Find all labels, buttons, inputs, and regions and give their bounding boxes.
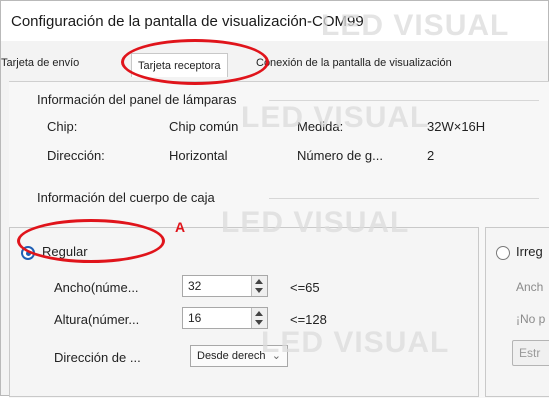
irregular-ancho-label: Anch (516, 280, 544, 294)
config-window: Configuración de la pantalla de visualiz… (0, 0, 549, 398)
ancho-stepper[interactable] (251, 276, 267, 296)
irregular-label: Irreg (516, 244, 543, 259)
stepper-down-icon[interactable] (255, 288, 263, 293)
direccion-value: Horizontal (169, 148, 228, 163)
altura-value: 16 (188, 311, 202, 325)
altura-limit: <=128 (290, 312, 327, 327)
window-title: Configuración de la pantalla de visualiz… (11, 13, 364, 30)
direccion-label: Dirección: (47, 148, 105, 163)
annotation-letter: A (175, 219, 186, 235)
irregular-group: Irreg Anch ¡No p Estr (485, 227, 549, 397)
stepper-up-icon[interactable] (255, 311, 263, 316)
irregular-note: ¡No p (516, 312, 546, 326)
regular-label: Regular (42, 244, 88, 259)
regular-group: Regular Ancho(núme... 32 <=65 Altura(núm… (9, 227, 479, 397)
title-bar: Configuración de la pantalla de visualiz… (1, 1, 548, 41)
irregular-button[interactable]: Estr (512, 340, 549, 366)
direccion-cableado-label: Dirección de ... (54, 350, 141, 365)
box-info-heading: Información del cuerpo de caja (37, 190, 215, 205)
tab-panel: Información del panel de lámparas Chip: … (9, 81, 549, 398)
ancho-label: Ancho(núme... (54, 280, 139, 295)
numero-label: Número de g... (297, 148, 383, 163)
medida-value: 32W×16H (427, 119, 486, 134)
tab-strip: Tarjeta de envío Tarjeta receptora Conex… (1, 49, 548, 81)
altura-label: Altura(númer... (54, 312, 140, 327)
ancho-limit: <=65 (290, 280, 320, 295)
panel-info-divider (269, 100, 539, 101)
tab-tarjeta-envio[interactable]: Tarjeta de envío (1, 57, 79, 69)
regular-radio[interactable] (21, 246, 35, 260)
stepper-down-icon[interactable] (255, 320, 263, 325)
tab-conexion-pantalla[interactable]: Conexión de la pantalla de visualización (256, 57, 452, 69)
irregular-radio[interactable] (496, 246, 510, 260)
chevron-down-icon: ⌄ (271, 350, 281, 362)
direccion-select[interactable]: Desde derech ⌄ (190, 345, 288, 367)
altura-stepper[interactable] (251, 308, 267, 328)
numero-value: 2 (427, 148, 435, 163)
tab-tarjeta-receptora[interactable]: Tarjeta receptora (131, 53, 228, 77)
chip-label: Chip: (47, 119, 78, 134)
ancho-value: 32 (188, 279, 202, 293)
chip-value: Chip común (169, 119, 239, 134)
ancho-spinbox[interactable]: 32 (182, 275, 268, 297)
direccion-select-value: Desde derech (197, 350, 266, 362)
medida-label: Medida: (297, 119, 344, 134)
altura-spinbox[interactable]: 16 (182, 307, 268, 329)
box-info-divider (269, 198, 539, 199)
panel-info-heading: Información del panel de lámparas (37, 92, 237, 107)
stepper-up-icon[interactable] (255, 279, 263, 284)
